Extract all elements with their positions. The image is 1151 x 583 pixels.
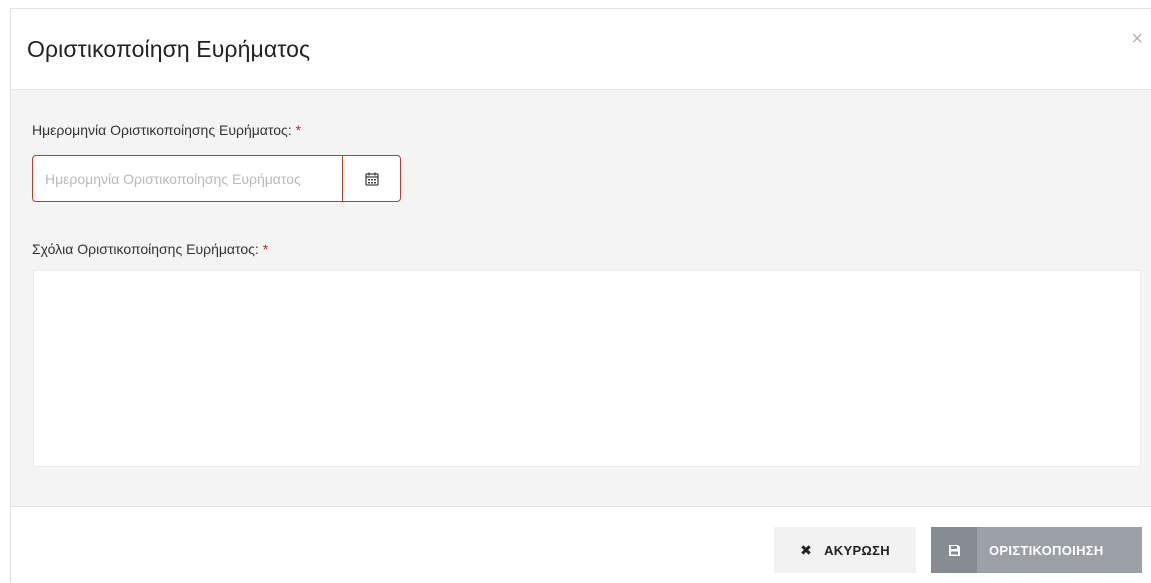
comments-field-label: Σχόλια Οριστικοποίησης Ευρήματος: * [32, 241, 268, 257]
required-asterisk: * [262, 241, 269, 257]
cancel-button[interactable]: ✖ ΑΚΥΡΩΣΗ [774, 527, 916, 573]
modal-footer: ✖ ΑΚΥΡΩΣΗ ΟΡΙΣΤΙΚΟΠΟΙΗΣΗ [11, 507, 1151, 583]
finalization-comments-textarea[interactable] [33, 270, 1141, 467]
finalize-button-label: ΟΡΙΣΤΙΚΟΠΟΙΗΣΗ [989, 542, 1104, 558]
required-asterisk: * [295, 122, 302, 138]
times-icon: ✖ [800, 541, 813, 558]
comments-label-text: Σχόλια Οριστικοποίησης Ευρήματος: [32, 241, 259, 257]
date-label-text: Ημερομηνία Οριστικοποίησης Ευρήματος: [32, 122, 292, 138]
finalize-button[interactable]: ΟΡΙΣΤΙΚΟΠΟΙΗΣΗ [931, 527, 1142, 573]
finalization-date-input[interactable] [32, 155, 343, 202]
date-field-label: Ημερομηνία Οριστικοποίησης Ευρήματος: * [32, 122, 301, 138]
calendar-icon [364, 172, 379, 186]
cancel-button-label: ΑΚΥΡΩΣΗ [824, 542, 890, 558]
date-input-group [32, 155, 401, 202]
calendar-button[interactable] [342, 155, 401, 202]
modal-title: Οριστικοποίηση Ευρήματος [27, 36, 311, 62]
modal-body: Ημερομηνία Οριστικοποίησης Ευρήματος:* [11, 90, 1151, 507]
floppy-disk-icon [931, 527, 977, 573]
close-icon[interactable]: × [1131, 29, 1143, 49]
finalize-finding-modal: Οριστικοποίηση Ευρήματος × Ημερομηνία Ορ… [10, 8, 1151, 583]
modal-header: Οριστικοποίηση Ευρήματος × [11, 9, 1151, 90]
